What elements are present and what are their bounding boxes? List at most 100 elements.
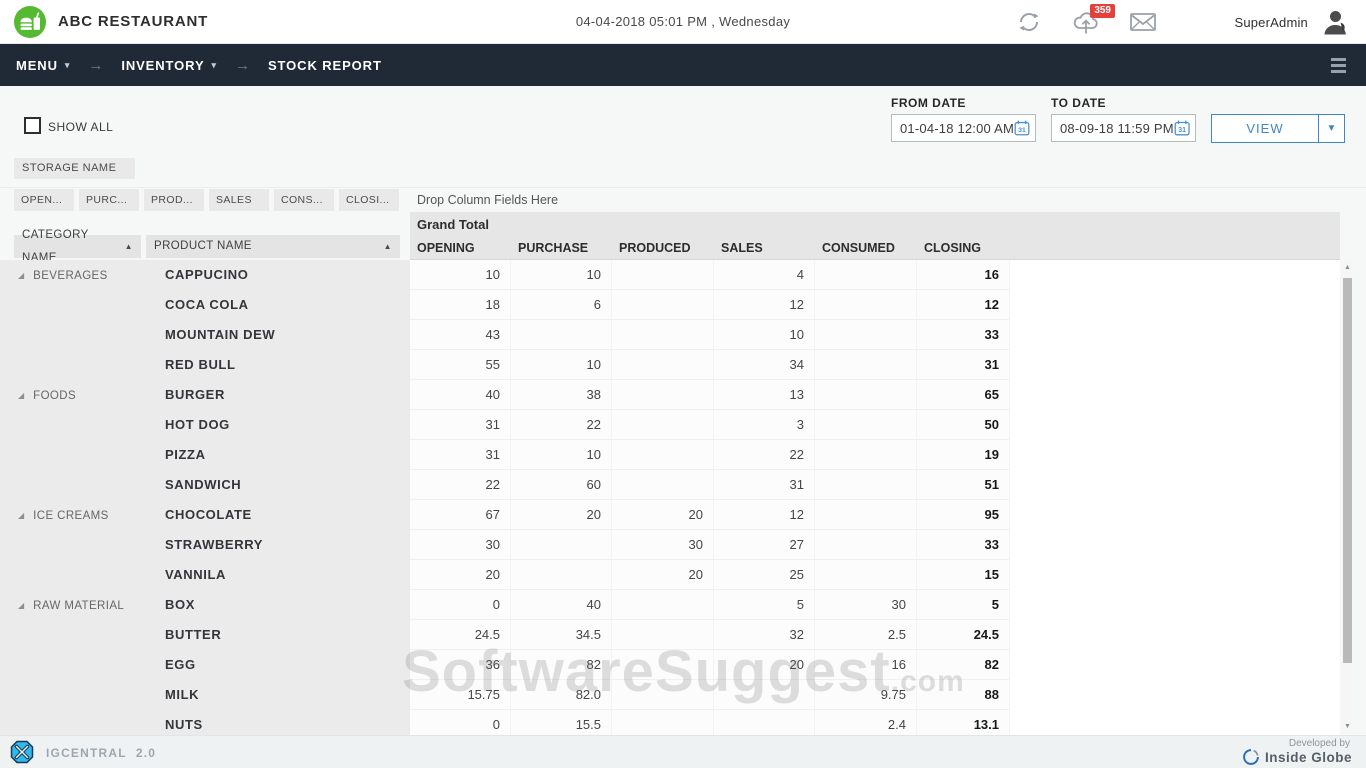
storage-name-field-chip[interactable]: STORAGE NAME	[14, 158, 135, 179]
value-cell-sales	[714, 680, 815, 710]
table-row[interactable]: ◢ FOODS BURGER 40 38 13 65	[0, 380, 1340, 410]
table-row[interactable]: NUTS 0 15.5 2.4 13.1	[0, 710, 1340, 735]
table-row[interactable]: HOT DOG 31 22 3 50	[0, 410, 1340, 440]
inventory-label: INVENTORY	[121, 57, 205, 73]
to-date-input[interactable]: 08-09-18 11:59 PM 31	[1051, 114, 1196, 142]
value-cell-closing: 31	[917, 350, 1010, 380]
product-cell: NUTS	[165, 710, 410, 735]
cloud-upload-icon[interactable]: 359	[1071, 4, 1115, 35]
value-cell-opening: 24.5	[410, 620, 511, 650]
notification-badge[interactable]: 359	[1090, 4, 1115, 18]
view-button-label[interactable]: VIEW	[1212, 115, 1318, 142]
scrollbar-thumb[interactable]	[1343, 278, 1352, 663]
table-row[interactable]: COCA COLA 18 6 12 12	[0, 290, 1340, 320]
mail-icon[interactable]	[1128, 9, 1158, 35]
menu-dropdown[interactable]: MENU ▾	[16, 58, 70, 73]
scroll-up-icon[interactable]: ▲	[1342, 262, 1353, 274]
column-header-opening[interactable]: OPENING	[410, 238, 511, 260]
table-row[interactable]: BUTTER 24.5 34.5 32 2.5 24.5	[0, 620, 1340, 650]
table-row[interactable]: ◢ RAW MATERIAL BOX 0 40 5 30 5	[0, 590, 1340, 620]
column-field-chip[interactable]: PURC...	[79, 189, 139, 211]
column-header-closing[interactable]: CLOSING	[917, 238, 1010, 260]
column-field-chip[interactable]: OPEN...	[14, 189, 74, 211]
value-cell-purchase: 10	[511, 260, 612, 290]
value-cell-sales: 25	[714, 560, 815, 590]
value-cell-purchase: 22	[511, 410, 612, 440]
column-headers-row: OPENING PURCHASE PRODUCED SALES CONSUMED CLOS…	[410, 238, 1010, 260]
table-row[interactable]: VANNILA 20 20 25 15	[0, 560, 1340, 590]
column-field-chip[interactable]: PROD...	[144, 189, 204, 211]
product-cell: SANDWICH	[165, 470, 410, 500]
table-row[interactable]: ◢ ICE CREAMS CHOCOLATE 67 20 20 12 95	[0, 500, 1340, 530]
value-cell-sales	[714, 710, 815, 735]
collapse-icon[interactable]: ◢	[18, 391, 24, 400]
category-label: FOODS	[33, 390, 77, 402]
column-header-purchase[interactable]: PURCHASE	[511, 238, 612, 260]
developer-brand[interactable]: Inside Globe	[1242, 748, 1352, 766]
column-header-produced[interactable]: PRODUCED	[612, 238, 714, 260]
value-cell-closing: 88	[917, 680, 1010, 710]
grand-total-label: Grand Total	[417, 217, 489, 232]
value-cell-consumed	[815, 470, 917, 500]
table-row[interactable]: SANDWICH 22 60 31 51	[0, 470, 1340, 500]
from-date-input[interactable]: 01-04-18 12:00 AM 31	[891, 114, 1036, 142]
show-all-checkbox[interactable]	[24, 117, 41, 134]
inventory-dropdown[interactable]: INVENTORY ▾	[121, 58, 217, 73]
category-cell	[0, 620, 165, 650]
view-dropdown-arrow[interactable]: ▼	[1318, 115, 1344, 142]
value-cell-purchase: 10	[511, 440, 612, 470]
product-cell: STRAWBERRY	[165, 530, 410, 560]
calendar-icon[interactable]: 31	[1014, 118, 1030, 138]
column-header-consumed[interactable]: CONSUMED	[815, 238, 917, 260]
sort-asc-icon[interactable]: ▲	[125, 235, 133, 258]
scroll-down-icon[interactable]: ▼	[1342, 721, 1353, 733]
category-cell: ◢ BEVERAGES	[0, 260, 165, 290]
product-cell: EGG	[165, 650, 410, 680]
value-cell-sales: 10	[714, 320, 815, 350]
hamburger-menu-icon[interactable]	[1327, 54, 1350, 77]
table-row[interactable]: EGG 36 82 20 16 82	[0, 650, 1340, 680]
product-cell: MOUNTAIN DEW	[165, 320, 410, 350]
collapse-icon[interactable]: ◢	[18, 271, 24, 280]
vertical-scrollbar[interactable]: ▲ ▼	[1342, 262, 1353, 733]
column-field-chip[interactable]: CLOSI...	[339, 189, 399, 211]
table-row[interactable]: MILK 15.75 82.0 9.75 88	[0, 680, 1340, 710]
value-cell-consumed	[815, 320, 917, 350]
sort-asc-icon[interactable]: ▲	[384, 235, 392, 258]
calendar-day: 31	[1178, 127, 1186, 134]
calendar-icon[interactable]: 31	[1174, 118, 1190, 138]
user-avatar[interactable]	[1320, 7, 1350, 37]
value-cell-produced	[612, 440, 714, 470]
value-cell-consumed	[815, 530, 917, 560]
table-row[interactable]: RED BULL 55 10 34 31	[0, 350, 1340, 380]
column-fields-row: OPEN... PURC... PROD... SALES CONS... CLOSI..…	[14, 189, 399, 211]
category-name-field-chip[interactable]: CATEGORY NAME ▲	[14, 229, 141, 264]
column-field-chip[interactable]: CONS...	[274, 189, 334, 211]
collapse-icon[interactable]: ◢	[18, 511, 24, 520]
username[interactable]: SuperAdmin	[1234, 15, 1308, 30]
category-cell: ◢ FOODS	[0, 380, 165, 410]
value-cell-sales: 13	[714, 380, 815, 410]
value-cell-produced	[612, 620, 714, 650]
product-name-field-chip[interactable]: PRODUCT NAME ▲	[146, 235, 400, 258]
value-cell-opening: 67	[410, 500, 511, 530]
table-row[interactable]: ◢ BEVERAGES CAPPUCINO 10 10 4 16	[0, 260, 1340, 290]
value-cell-consumed	[815, 260, 917, 290]
view-button[interactable]: VIEW ▼	[1211, 114, 1345, 143]
column-field-chip[interactable]: SALES	[209, 189, 269, 211]
value-cell-opening: 22	[410, 470, 511, 500]
column-header-sales[interactable]: SALES	[714, 238, 815, 260]
product-cell: BUTTER	[165, 620, 410, 650]
value-cell-sales: 3	[714, 410, 815, 440]
value-cell-opening: 18	[410, 290, 511, 320]
product-cell: RED BULL	[165, 350, 410, 380]
table-row[interactable]: MOUNTAIN DEW 43 10 33	[0, 320, 1340, 350]
refresh-icon[interactable]	[1014, 9, 1044, 35]
product-cell: COCA COLA	[165, 290, 410, 320]
chevron-down-icon: ▾	[211, 60, 217, 70]
collapse-icon[interactable]: ◢	[18, 601, 24, 610]
value-cell-opening: 43	[410, 320, 511, 350]
page-title: STOCK REPORT	[268, 58, 382, 73]
table-row[interactable]: PIZZA 31 10 22 19	[0, 440, 1340, 470]
table-row[interactable]: STRAWBERRY 30 30 27 33	[0, 530, 1340, 560]
